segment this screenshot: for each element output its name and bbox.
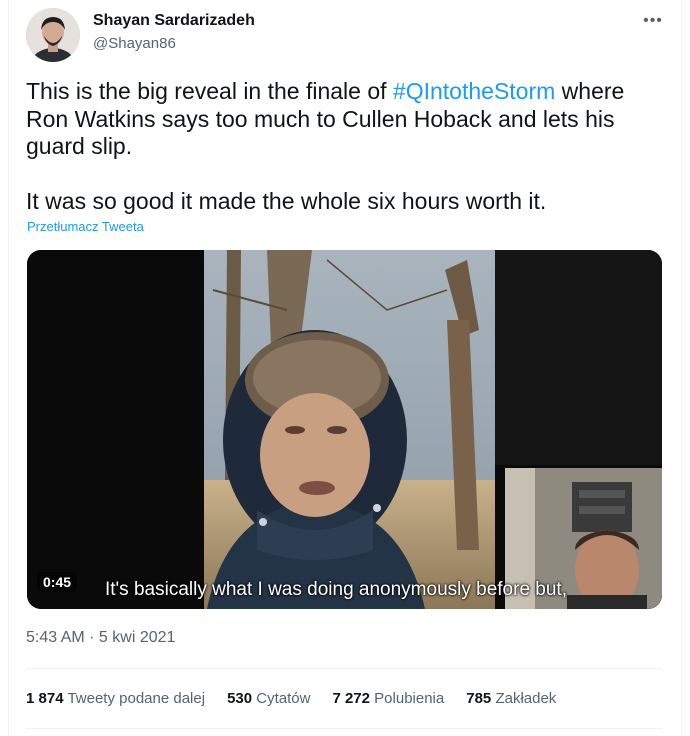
stat-retweets-count: 1 874	[26, 690, 64, 707]
video-subtitle: It's basically what I was doing anonymou…	[105, 579, 567, 600]
stat-likes-label: Polubienia	[374, 690, 445, 707]
video-frame	[27, 250, 662, 609]
avatar-image	[26, 8, 80, 62]
divider	[26, 728, 662, 729]
author-handle[interactable]: @Shayan86	[93, 35, 176, 52]
stat-quotes[interactable]: 530 Cytatów	[227, 690, 310, 707]
stat-quotes-label: Cytatów	[256, 690, 311, 707]
tweet-stats: 1 874 Tweety podane dalej 530 Cytatów 7 …	[26, 690, 556, 707]
tweet-text-line2: It was so good it made the whole six hou…	[26, 187, 547, 214]
video-player[interactable]: 0:45 It's basically what I was doing ano…	[27, 250, 662, 609]
stat-bookmarks-count: 785	[466, 690, 492, 707]
more-icon[interactable]: •••	[638, 8, 668, 34]
stat-likes-count: 7 272	[332, 690, 370, 707]
tweet-text-prefix: This is the big reveal in the finale of	[26, 78, 393, 104]
stat-retweets-label: Tweety podane dalej	[67, 690, 206, 707]
tweet-timestamp[interactable]: 5:43 AM · 5 kwi 2021	[26, 629, 175, 647]
stat-likes[interactable]: 7 272 Polubienia	[332, 690, 444, 707]
tweet-text: This is the big reveal in the finale of …	[26, 78, 656, 215]
author-name[interactable]: Shayan Sardarizadeh	[93, 12, 255, 30]
hashtag-link[interactable]: #QIntotheStorm	[393, 78, 555, 104]
stat-quotes-count: 530	[227, 690, 253, 707]
divider	[26, 668, 662, 669]
stat-retweets[interactable]: 1 874 Tweety podane dalej	[26, 690, 205, 707]
stat-bookmarks-label: Zakładek	[495, 690, 557, 707]
video-duration-badge: 0:45	[37, 572, 78, 592]
translate-link[interactable]: Przetłumacz Tweeta	[27, 219, 144, 234]
stat-bookmarks[interactable]: 785 Zakładek	[466, 690, 556, 707]
avatar[interactable]	[26, 8, 80, 62]
